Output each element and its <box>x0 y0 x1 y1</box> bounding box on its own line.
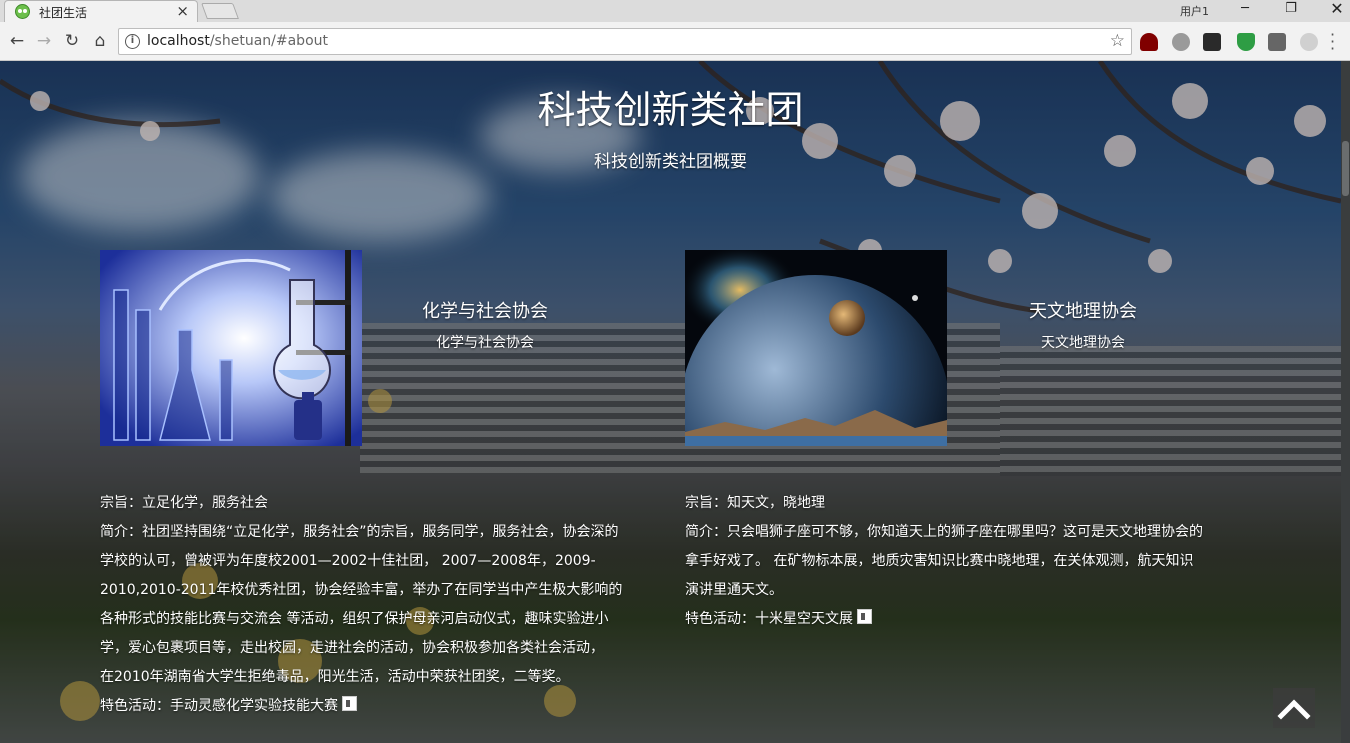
scrollbar-thumb[interactable] <box>1342 141 1349 196</box>
extension-icon[interactable] <box>1268 33 1286 51</box>
star-icon[interactable]: ☆ <box>1110 31 1125 51</box>
forward-arrow-icon[interactable]: → <box>33 30 55 52</box>
browser-toolbar: ← → ↻ ⌂ i localhost/shetuan/#about ☆ · · · <box>0 22 1350 61</box>
tab-title: 社团生活 <box>39 6 88 20</box>
back-arrow-icon[interactable]: ← <box>6 30 28 52</box>
lab-flask-image <box>100 250 362 446</box>
tab-close-icon[interactable]: × <box>176 2 189 20</box>
club-motto: 宗旨：知天文，晓地理 <box>685 495 825 511</box>
vertical-scrollbar[interactable] <box>1341 61 1350 743</box>
ublock-extension-icon[interactable] <box>1140 33 1158 51</box>
planet-image <box>685 250 947 446</box>
about-section: 科技创新类社团 科技创新类社团概要 化学与社会协会 化学与社会协会 天文地理协会… <box>0 61 1341 743</box>
extension-icon[interactable] <box>1300 33 1318 51</box>
extension-icon[interactable] <box>1172 33 1190 51</box>
url-host: localhost <box>147 33 210 49</box>
profile-button[interactable]: 用户1 <box>1180 3 1209 19</box>
club-motto: 宗旨：立足化学，服务社会 <box>100 495 268 511</box>
club-intro-line: 学校的认可，曾被评为年度校2001—2002十佳社团， 2007—2008年，2… <box>100 553 596 569</box>
club-intro-line: 拿手好戏了。 在矿物标本展，地质灾害知识比赛中晓地理，在关体观测，航天知识 <box>685 553 1194 569</box>
club-feature: 特色活动：十米星空天文展 <box>685 611 853 627</box>
url-path: /shetuan/#about <box>209 33 328 49</box>
page-title: 科技创新类社团 <box>537 88 804 132</box>
new-tab-button[interactable] <box>201 3 239 19</box>
club-subtitle: 天文地理协会 <box>1041 335 1125 351</box>
club-feature: 特色活动：手动灵感化学实验技能大赛 <box>100 698 338 714</box>
address-bar[interactable]: i localhost/shetuan/#about ☆ <box>118 28 1132 55</box>
close-window-button[interactable]: ✕ <box>1314 0 1350 22</box>
club-title: 化学与社会协会 <box>422 301 548 322</box>
club-intro-line: 简介：只会唱狮子座可不够，你知道天上的狮子座在哪里吗？这可是天文地理协会的 <box>685 524 1203 540</box>
chevron-up-icon <box>1277 699 1311 720</box>
tab-strip: 社团生活 × 用户1 ─ ❐ ✕ <box>0 0 1350 22</box>
browser-menu-icon[interactable]: · · · <box>1330 27 1335 57</box>
panda-favicon-icon <box>15 4 30 19</box>
club-subtitle: 化学与社会协会 <box>436 335 534 351</box>
minimize-button[interactable]: ─ <box>1222 0 1268 22</box>
home-icon[interactable]: ⌂ <box>89 30 111 52</box>
club-intro-line: 2010,2010-2011年校优秀社团，协会经验丰富，举办了在同学当中产生极大… <box>100 582 623 598</box>
shield-extension-icon[interactable] <box>1237 33 1255 51</box>
sound-icon[interactable] <box>857 609 872 624</box>
club-description: 宗旨：知天文，晓地理 简介：只会唱狮子座可不够，你知道天上的狮子座在哪里吗？这可… <box>685 489 1203 634</box>
back-to-top-button[interactable] <box>1273 688 1315 728</box>
reload-icon[interactable]: ↻ <box>61 30 83 52</box>
sound-icon[interactable] <box>342 696 357 711</box>
club-description: 宗旨：立足化学，服务社会 简介：社团坚持围绕“立足化学，服务社会”的宗旨，服务同… <box>100 489 622 721</box>
browser-tab[interactable]: 社团生活 × <box>4 0 198 22</box>
club-intro-line: 在2010年湖南省大学生拒绝毒品，阳光生活，活动中荣获社团奖，二等奖。 <box>100 669 570 685</box>
maximize-button[interactable]: ❐ <box>1268 0 1314 22</box>
club-intro-line: 演讲里通天文。 <box>685 582 783 598</box>
club-intro-line: 各种形式的技能比赛与交流会 等活动，组织了保护母亲河启动仪式，趣味实验进小 <box>100 611 609 627</box>
club-feature-row: 特色活动：十米星空天文展 <box>685 605 1203 634</box>
club-intro-line: 学，爱心包裹项目等，走出校园，走进社会的活动，协会积极参加各类社会活动， <box>100 640 604 656</box>
page-subtitle: 科技创新类社团概要 <box>594 152 747 172</box>
club-intro-line: 简介：社团坚持围绕“立足化学，服务社会”的宗旨，服务同学，服务社会，协会深的 <box>100 524 619 540</box>
club-feature-row: 特色活动：手动灵感化学实验技能大赛 <box>100 692 622 721</box>
url-text[interactable]: localhost/shetuan/#about <box>147 33 328 49</box>
info-icon[interactable]: i <box>125 34 140 49</box>
extension-icon[interactable] <box>1203 33 1221 51</box>
club-title: 天文地理协会 <box>1029 301 1137 322</box>
